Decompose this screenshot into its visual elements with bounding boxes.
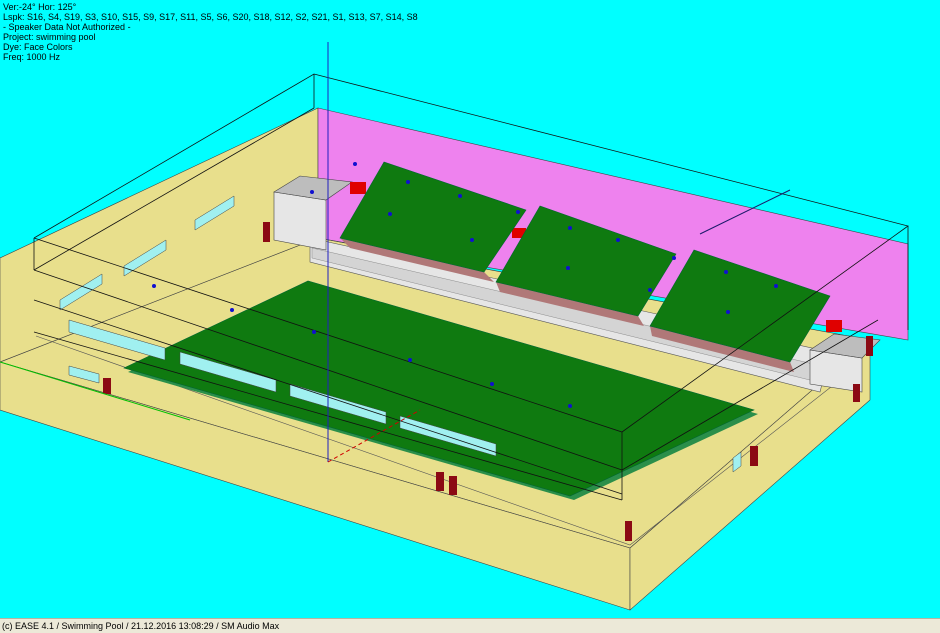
door-5 <box>750 446 758 466</box>
status-bar-text: (c) EASE 4.1 / Swimming Pool / 21.12.201… <box>2 621 280 631</box>
speaker-data-notice: - Speaker Data Not Authorized - <box>3 22 131 32</box>
frequency-label: Freq: 1000 Hz <box>3 52 61 62</box>
speaker-housing-right <box>826 320 842 332</box>
dye-mode: Dye: Face Colors <box>3 42 73 52</box>
door-3 <box>449 476 457 495</box>
door-8 <box>853 384 860 402</box>
view-info-overlay: Ver:-24° Hor: 125° Lspk: S16, S4, S19, S… <box>3 2 418 62</box>
door-1 <box>103 378 111 394</box>
3d-model-viewport[interactable]: Ver:-24° Hor: 125° Lspk: S16, S4, S19, S… <box>0 0 940 618</box>
view-angle-label: Ver:-24° Hor: 125° <box>3 2 77 12</box>
left-stand-block <box>273 191 327 251</box>
project-name: Project: swimming pool <box>3 32 96 42</box>
room-model-wireframe[interactable] <box>0 0 940 618</box>
door-6 <box>263 222 270 242</box>
door-4 <box>625 521 632 541</box>
door-7 <box>866 336 873 356</box>
loudspeaker-list: Lspk: S16, S4, S19, S3, S10, S15, S9, S1… <box>3 12 418 22</box>
status-bar: (c) EASE 4.1 / Swimming Pool / 21.12.201… <box>0 618 940 633</box>
door-2 <box>436 472 444 491</box>
speaker-housing-left <box>350 182 366 194</box>
